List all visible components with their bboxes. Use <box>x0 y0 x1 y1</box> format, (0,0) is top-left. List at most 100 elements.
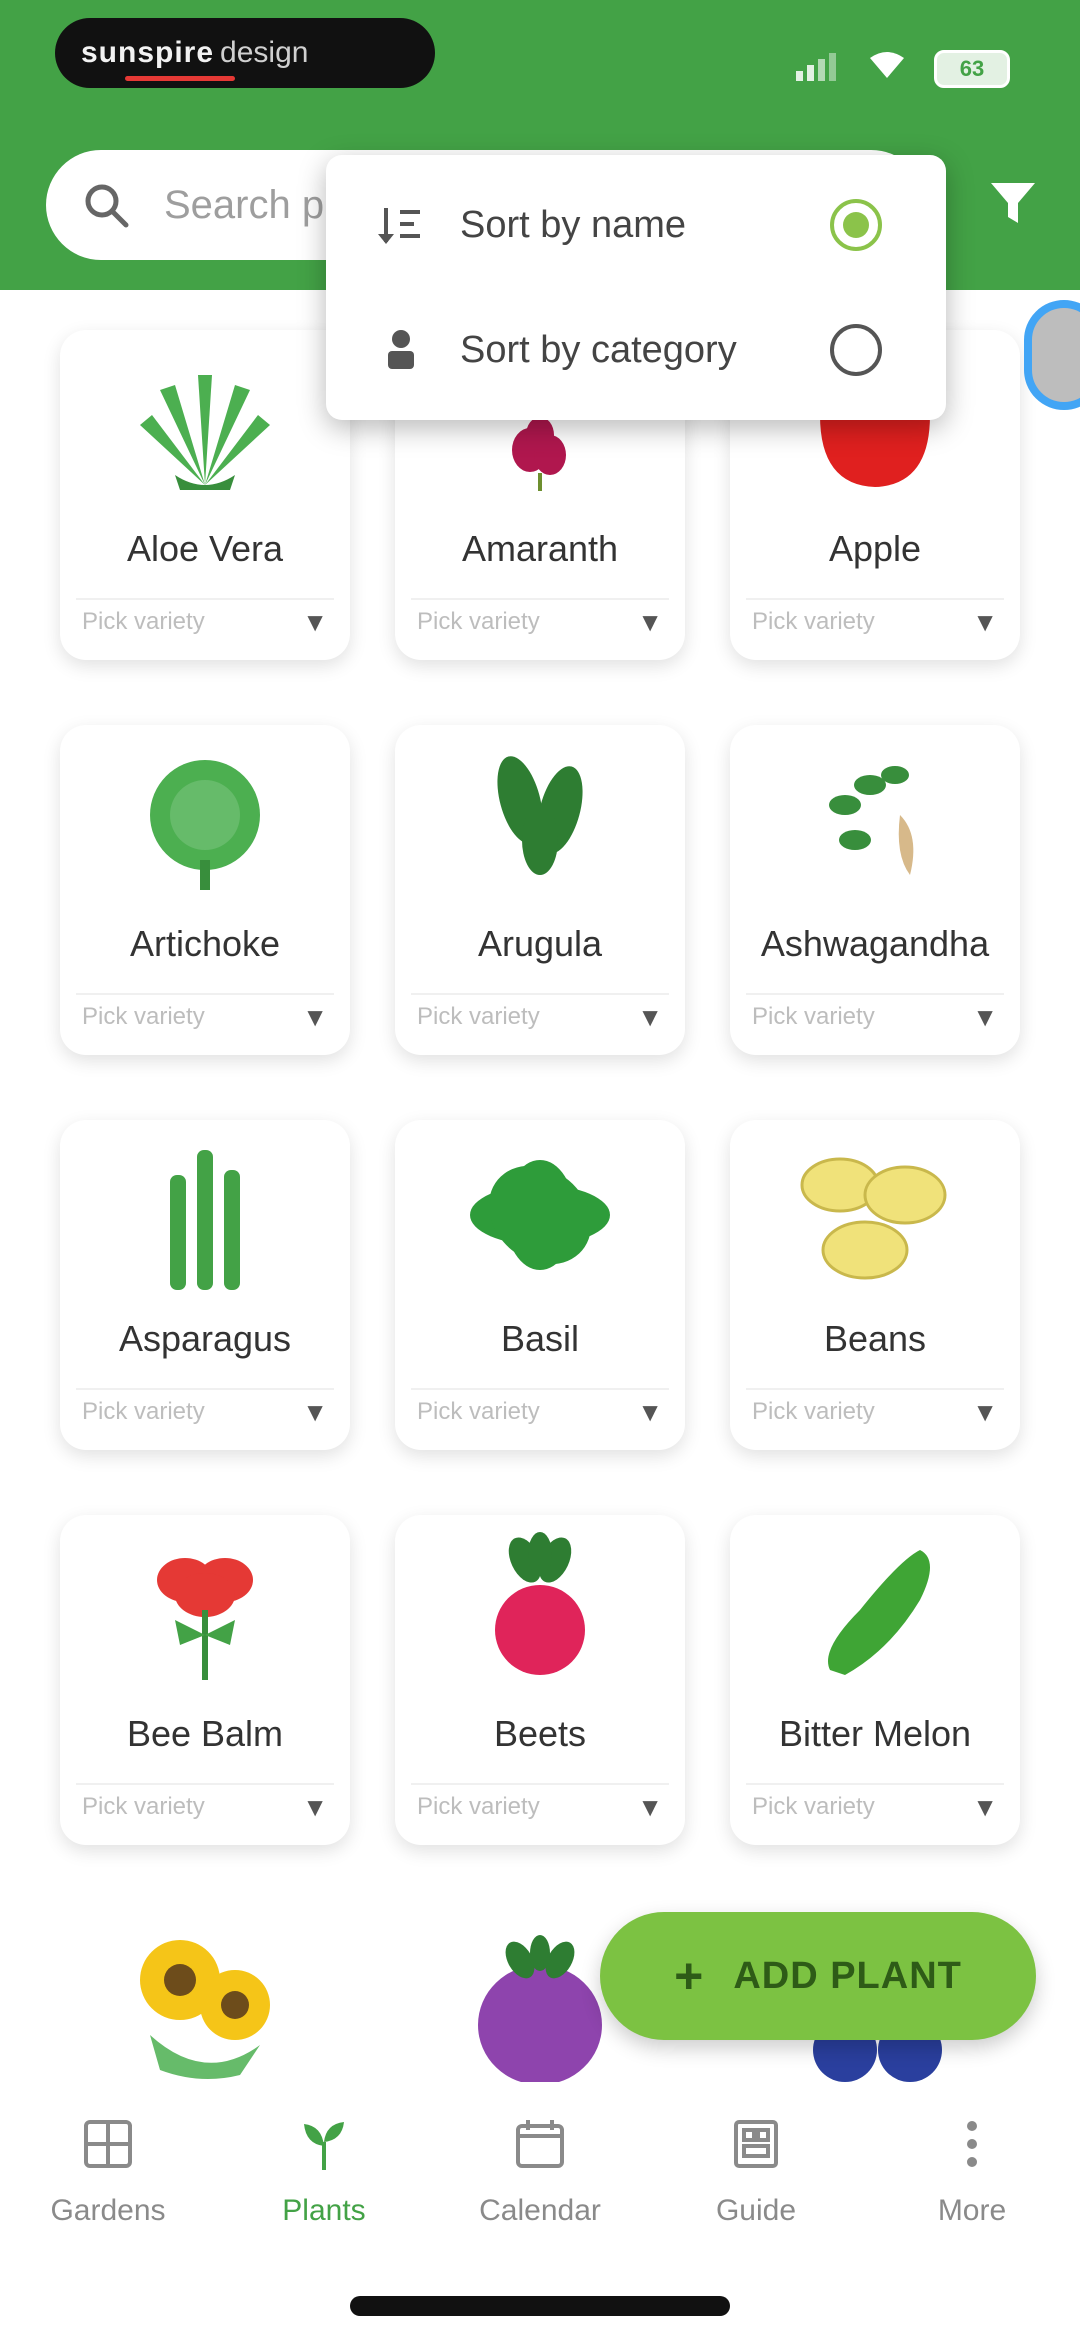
plant-name: Amaranth <box>461 528 619 569</box>
plant-name: Aloe Vera <box>126 528 284 569</box>
plant-name: Beets <box>493 1713 587 1754</box>
variety-placeholder: Pick variety <box>82 1398 205 1425</box>
variety-placeholder: Pick variety <box>417 1398 540 1425</box>
sort-alpha-icon <box>376 200 426 250</box>
plant-card[interactable]: Ashwagandha Pick variety ▼ <box>730 725 1020 1055</box>
plant-card[interactable]: Arugula Pick variety ▼ <box>395 725 685 1055</box>
variety-placeholder: Pick variety <box>82 1003 205 1030</box>
variety-select[interactable]: Pick variety ▼ <box>746 1783 1004 1829</box>
dropdown-arrow-icon: ▼ <box>302 1001 328 1032</box>
filter-icon[interactable] <box>985 175 1045 235</box>
dropdown-arrow-icon: ▼ <box>637 1396 663 1427</box>
plant-name: Artichoke <box>129 923 281 964</box>
add-plant-button[interactable]: + ADD PLANT <box>600 1912 1036 2040</box>
plant-name: Bee Balm <box>126 1713 284 1754</box>
plant-card[interactable]: Asparagus Pick variety ▼ <box>60 1120 350 1450</box>
plant-card[interactable]: Bee Balm Pick variety ▼ <box>60 1515 350 1845</box>
dropdown-arrow-icon: ▼ <box>972 606 998 637</box>
battery-indicator: 63 <box>934 50 1010 88</box>
more-icon <box>940 2112 1004 2176</box>
brand-logo: sunspire design <box>55 18 435 88</box>
plant-name: Arugula <box>477 923 603 964</box>
plant-card[interactable]: Aloe Vera Pick variety ▼ <box>60 330 350 660</box>
bee-balm-icon <box>60 1535 350 1685</box>
plant-name: Beans <box>823 1318 927 1359</box>
gardens-icon <box>76 2112 140 2176</box>
basil-icon <box>395 1140 685 1290</box>
sort-by-name-option[interactable]: Sort by name <box>326 165 946 285</box>
variety-select[interactable]: Pick variety ▼ <box>746 1388 1004 1434</box>
sort-by-category-option[interactable]: Sort by category <box>326 290 946 410</box>
nav-more[interactable]: More <box>864 2082 1080 2256</box>
nav-label: Calendar <box>479 2194 601 2227</box>
plant-name: Bitter Melon <box>778 1713 972 1754</box>
radio-unselected[interactable] <box>830 324 882 376</box>
asparagus-icon <box>60 1140 350 1290</box>
variety-placeholder: Pick variety <box>752 1398 875 1425</box>
variety-select[interactable]: Pick variety ▼ <box>746 993 1004 1039</box>
home-indicator[interactable] <box>350 2296 730 2316</box>
variety-select[interactable]: Pick variety ▼ <box>411 598 669 644</box>
scroll-handle[interactable] <box>1024 300 1080 410</box>
logo-text-bold: sunspire <box>81 36 215 69</box>
dropdown-arrow-icon: ▼ <box>637 1791 663 1822</box>
plant-card[interactable] <box>60 1910 350 2100</box>
variety-placeholder: Pick variety <box>752 608 875 635</box>
search-icon <box>76 175 136 235</box>
plant-name: Apple <box>828 528 922 569</box>
plant-card[interactable]: Beans Pick variety ▼ <box>730 1120 1020 1450</box>
calendar-icon <box>508 2112 572 2176</box>
sort-option-label: Sort by name <box>460 203 686 246</box>
variety-placeholder: Pick variety <box>417 608 540 635</box>
plant-card[interactable]: Basil Pick variety ▼ <box>395 1120 685 1450</box>
variety-select[interactable]: Pick variety ▼ <box>746 598 1004 644</box>
variety-placeholder: Pick variety <box>417 1793 540 1820</box>
variety-select[interactable]: Pick variety ▼ <box>411 1388 669 1434</box>
plant-name: Asparagus <box>118 1318 292 1359</box>
nav-calendar[interactable]: Calendar <box>432 2082 648 2256</box>
dropdown-arrow-icon: ▼ <box>302 606 328 637</box>
category-icon <box>376 325 426 375</box>
plant-card[interactable]: Bitter Melon Pick variety ▼ <box>730 1515 1020 1845</box>
nav-label: More <box>937 2194 1007 2227</box>
variety-select[interactable]: Pick variety ▼ <box>411 993 669 1039</box>
nav-gardens[interactable]: Gardens <box>0 2082 216 2256</box>
dropdown-arrow-icon: ▼ <box>972 1791 998 1822</box>
plant-name: Basil <box>500 1318 580 1359</box>
variety-placeholder: Pick variety <box>417 1003 540 1030</box>
bitter-melon-icon <box>730 1535 1020 1685</box>
variety-placeholder: Pick variety <box>82 1793 205 1820</box>
variety-select[interactable]: Pick variety ▼ <box>76 993 334 1039</box>
plant-card[interactable]: Artichoke Pick variety ▼ <box>60 725 350 1055</box>
variety-placeholder: Pick variety <box>752 1793 875 1820</box>
beans-icon <box>730 1140 1020 1290</box>
plant-card[interactable]: Beets Pick variety ▼ <box>395 1515 685 1845</box>
sort-option-label: Sort by category <box>460 328 737 371</box>
variety-placeholder: Pick variety <box>82 608 205 635</box>
nav-label: Plants <box>282 2194 366 2227</box>
dropdown-arrow-icon: ▼ <box>972 1001 998 1032</box>
logo-text-light: design <box>220 36 309 69</box>
variety-select[interactable]: Pick variety ▼ <box>411 1783 669 1829</box>
signal-icon <box>796 51 840 88</box>
variety-placeholder: Pick variety <box>752 1003 875 1030</box>
nav-plants[interactable]: Plants <box>216 2082 432 2256</box>
radio-selected[interactable] <box>830 199 882 251</box>
variety-select[interactable]: Pick variety ▼ <box>76 598 334 644</box>
dropdown-arrow-icon: ▼ <box>637 1001 663 1032</box>
status-bar: 63 <box>796 50 1010 88</box>
add-plant-label: ADD PLANT <box>733 1954 962 1997</box>
nav-guide[interactable]: Guide <box>648 2082 864 2256</box>
dropdown-arrow-icon: ▼ <box>637 606 663 637</box>
plant-name: Ashwagandha <box>760 923 990 964</box>
variety-select[interactable]: Pick variety ▼ <box>76 1783 334 1829</box>
dropdown-arrow-icon: ▼ <box>302 1396 328 1427</box>
variety-select[interactable]: Pick variety ▼ <box>76 1388 334 1434</box>
plants-icon <box>292 2112 356 2176</box>
ashwagandha-icon <box>730 745 1020 895</box>
aloe-vera-icon <box>60 350 350 500</box>
arugula-icon <box>395 745 685 895</box>
bottom-navigation: Gardens Plants Calendar Guide More <box>0 2082 1080 2256</box>
guide-icon <box>724 2112 788 2176</box>
sunflower-icon <box>60 1930 350 2080</box>
